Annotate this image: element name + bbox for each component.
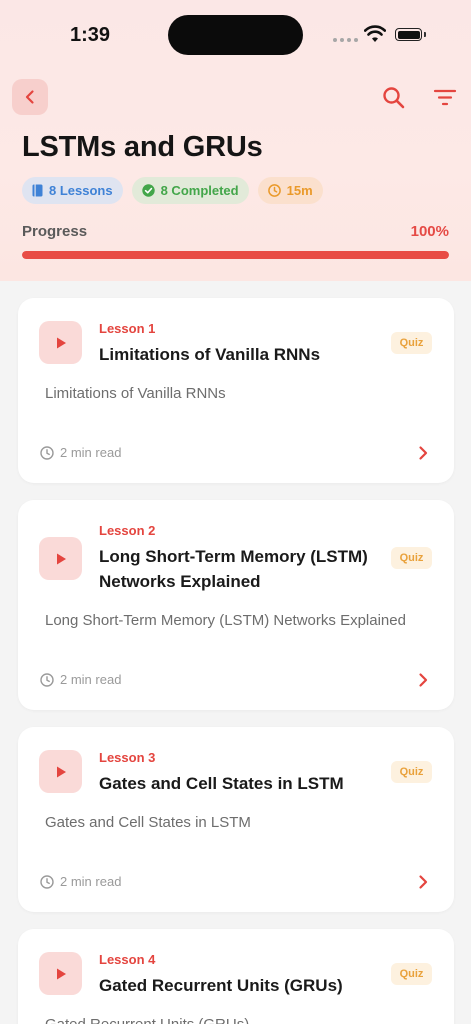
- chevron-right-icon[interactable]: [416, 874, 430, 890]
- progress-bar: [22, 251, 449, 259]
- lesson-title: Gated Recurrent Units (GRUs): [99, 976, 343, 995]
- play-button[interactable]: [39, 952, 82, 995]
- lessons-count-label: 8 Lessons: [49, 183, 113, 198]
- status-bar: 1:39: [0, 0, 471, 70]
- completed-badge: 8 Completed: [131, 177, 249, 204]
- progress-bar-fill: [22, 251, 449, 259]
- check-circle-icon: [141, 184, 155, 197]
- cellular-signal-icon: [333, 38, 358, 42]
- book-icon: [32, 184, 43, 197]
- read-time-label: 2 min read: [60, 874, 122, 889]
- read-time: 2 min read: [40, 445, 121, 460]
- page-title: LSTMs and GRUs: [22, 131, 263, 163]
- chevron-left-icon: [25, 90, 34, 104]
- lesson-card[interactable]: Lesson 4 Gated Recurrent Units (GRUs) Qu…: [18, 929, 454, 1024]
- play-button[interactable]: [39, 321, 82, 364]
- dynamic-island: [168, 15, 303, 55]
- clock-icon: [267, 184, 281, 197]
- lesson-number: Lesson 3: [99, 750, 156, 765]
- lesson-title: Gates and Cell States in LSTM: [99, 774, 344, 793]
- lesson-description: Gated Recurrent Units (GRUs): [45, 1016, 249, 1024]
- header: 1:39 LSTMs and GRUs 8 Lessons 8 Complete…: [0, 0, 471, 281]
- lesson-number: Lesson 4: [99, 952, 156, 967]
- lesson-title: Long Short-Term Memory (LSTM) Networks E…: [99, 547, 368, 591]
- read-time: 2 min read: [40, 874, 121, 889]
- lesson-number: Lesson 1: [99, 321, 156, 336]
- read-time-label: 2 min read: [60, 445, 122, 460]
- course-badges: 8 Lessons 8 Completed 15m: [22, 177, 323, 204]
- play-icon: [56, 766, 66, 777]
- clock-icon: [40, 445, 54, 460]
- lesson-title: Limitations of Vanilla RNNs: [99, 345, 321, 364]
- battery-icon: [395, 28, 422, 41]
- lesson-number: Lesson 2: [99, 523, 156, 538]
- chevron-right-icon[interactable]: [416, 445, 430, 461]
- lesson-description: Long Short-Term Memory (LSTM) Networks E…: [45, 612, 406, 629]
- play-button[interactable]: [39, 750, 82, 793]
- play-icon: [56, 553, 66, 564]
- play-icon: [56, 968, 66, 979]
- quiz-badge: Quiz: [391, 761, 432, 783]
- duration-badge: 15m: [257, 177, 323, 204]
- lesson-description: Limitations of Vanilla RNNs: [45, 385, 226, 402]
- filter-icon[interactable]: [433, 86, 457, 110]
- play-button[interactable]: [39, 537, 82, 580]
- completed-label: 8 Completed: [160, 183, 239, 198]
- duration-label: 15m: [286, 183, 313, 198]
- lesson-description: Gates and Cell States in LSTM: [45, 814, 251, 831]
- play-icon: [56, 337, 66, 348]
- clock-icon: [40, 874, 54, 889]
- lessons-count-badge: 8 Lessons: [22, 177, 123, 204]
- wifi-icon: [364, 25, 386, 42]
- search-icon[interactable]: [381, 85, 407, 111]
- lesson-card[interactable]: Lesson 1 Limitations of Vanilla RNNs Qui…: [18, 298, 454, 483]
- clock-icon: [40, 672, 54, 687]
- lesson-card[interactable]: Lesson 3 Gates and Cell States in LSTM Q…: [18, 727, 454, 912]
- progress-value: 100%: [410, 223, 449, 240]
- read-time: 2 min read: [40, 672, 121, 687]
- back-button[interactable]: [12, 79, 48, 115]
- quiz-badge: Quiz: [391, 963, 432, 985]
- status-time: 1:39: [70, 24, 111, 46]
- lesson-card[interactable]: Lesson 2 Long Short-Term Memory (LSTM) N…: [18, 500, 454, 710]
- quiz-badge: Quiz: [391, 547, 432, 569]
- progress-label: Progress: [22, 223, 88, 240]
- quiz-badge: Quiz: [391, 332, 432, 354]
- chevron-right-icon[interactable]: [416, 672, 430, 688]
- read-time-label: 2 min read: [60, 672, 122, 687]
